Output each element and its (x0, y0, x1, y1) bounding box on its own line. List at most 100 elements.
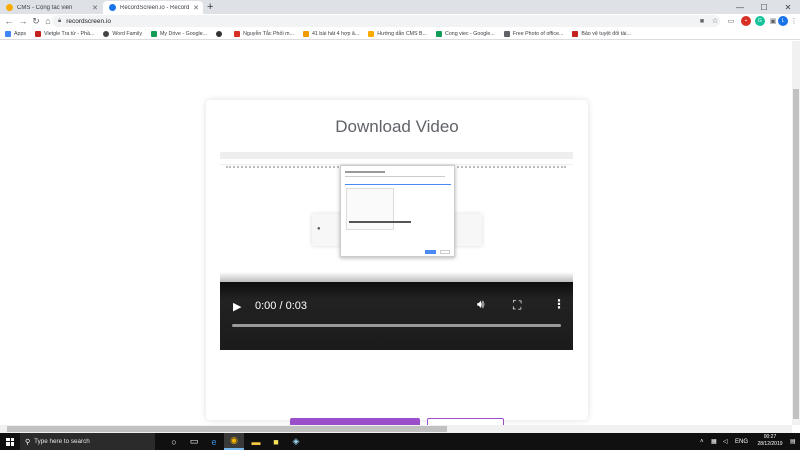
recorded-share-dialog (340, 165, 455, 257)
more-options-icon[interactable]: ⋮ (553, 297, 565, 311)
forward-icon[interactable]: → (17, 15, 29, 27)
task-view-icon[interactable]: ▭ (184, 433, 204, 450)
fullscreen-icon[interactable]: ⛶ (513, 298, 521, 313)
search-placeholder: Type here to search (34, 438, 90, 445)
camera-icon (503, 30, 510, 37)
lock-icon: 🔒︎ (58, 17, 62, 24)
taskbar-search[interactable]: ⚲ Type here to search (20, 433, 155, 450)
grammarly-icon[interactable]: G (755, 16, 765, 26)
bookmark-label: Free Photo of office... (512, 30, 564, 37)
network-icon[interactable]: ▦ (711, 433, 717, 450)
volume-icon[interactable]: ◁ (723, 433, 728, 450)
globe-icon (103, 30, 110, 37)
tab-cms[interactable]: CMS - Cộng tác viên ✕ (0, 1, 102, 14)
play-icon[interactable]: ▶ (233, 300, 241, 313)
bookmark-label: 41 bài hát 4 hợp â... (311, 30, 360, 37)
steam-icon[interactable]: ◈ (286, 433, 306, 450)
bookmark-my-drive[interactable]: My Drive - Google... (150, 30, 208, 37)
bookmark-vietgle[interactable]: Vietgle Tra từ - Phầ... (35, 30, 95, 37)
scrollbar-thumb[interactable] (7, 426, 447, 432)
cortana-icon[interactable]: ○ (164, 433, 184, 450)
google-drive-icon (150, 30, 157, 37)
recorded-tab-strip (220, 152, 573, 159)
start-button[interactable] (0, 433, 20, 450)
windows-taskbar: ⚲ Type here to search ○ ▭ e ◉ ▬ ■ ◈ ˄ ▦ … (0, 433, 800, 450)
bookmark-label: Word Family (112, 30, 142, 37)
tab-recordscreen[interactable]: RecordScreen.io - Record your s ✕ (103, 1, 203, 14)
bookmark-apps[interactable]: Apps (5, 30, 27, 37)
video-controls: ▶ 0:00 / 0:03 🔊︎ ⛶ ⋮ (220, 272, 573, 350)
google-drive-icon (436, 30, 443, 37)
clock-date: 28/12/2019 (757, 441, 783, 447)
bookmark-word-family[interactable]: Word Family (103, 30, 142, 37)
music-icon (302, 30, 309, 37)
bookmark-label: Bảo vệ tuyệt đối tài... (581, 30, 631, 37)
cms-favicon-icon (6, 4, 13, 11)
bookmark-label: My Drive - Google... (159, 30, 208, 37)
volume-icon[interactable]: 🔊︎ (477, 297, 485, 312)
maximize-button[interactable]: ☐ (752, 0, 776, 14)
bookmark-label: Nguyễn Tắc Phối m... (243, 30, 294, 37)
url-text: recordscreen.io (66, 17, 112, 25)
download-video-modal: Download Video ● ▶ 0:00 / 0:03 🔊︎ ⛶ ⋮ (206, 100, 588, 445)
sticky-notes-icon[interactable]: ■ (266, 433, 286, 450)
vertical-scrollbar[interactable] (792, 41, 800, 425)
bookmark-label: Cong viec - Google... (445, 30, 495, 37)
bookmark-huong-dan[interactable]: Hướng dẫn CMS B... (368, 30, 428, 37)
edge-icon[interactable]: e (204, 433, 224, 450)
notifications-icon[interactable]: ▤ (790, 433, 796, 450)
video-frame: ● (220, 152, 573, 282)
window-close-button[interactable]: ✕ (776, 0, 800, 14)
bookmarks-bar: Apps Vietgle Tra từ - Phầ... Word Family… (0, 28, 800, 40)
bookmark-nguyen-tac[interactable]: Nguyễn Tắc Phối m... (234, 30, 294, 37)
file-explorer-icon[interactable]: ▬ (246, 433, 266, 450)
address-bar[interactable]: 🔒︎ recordscreen.io (52, 15, 720, 27)
bookmark-apple[interactable] (216, 30, 225, 37)
bookmark-label: Hướng dẫn CMS B... (377, 30, 428, 37)
bookmark-free-photo[interactable]: Free Photo of office... (503, 30, 564, 37)
search-icon: ⚲ (25, 438, 31, 446)
menu-icon[interactable]: ⋮ (789, 16, 799, 26)
cast-icon[interactable]: ▭ (726, 16, 736, 26)
bookmark-label: Vietgle Tra từ - Phầ... (44, 30, 95, 37)
bookmark-label: Apps (14, 30, 27, 37)
tray-up-icon[interactable]: ˄ (700, 433, 704, 450)
folder-icon (368, 30, 375, 37)
tab-title: CMS - Cộng tác viên (17, 4, 73, 11)
apps-grid-icon (5, 30, 11, 37)
close-tab-icon[interactable]: ✕ (92, 4, 98, 12)
bookmark-41-bai-hat[interactable]: 41 bài hát 4 hợp â... (302, 30, 360, 37)
modal-title: Download Video (335, 117, 459, 136)
apple-icon (216, 30, 223, 37)
vietgle-icon (35, 30, 42, 37)
new-tab-button[interactable]: + (207, 1, 213, 13)
recordscreen-favicon-icon (109, 4, 116, 11)
windows-logo-icon (6, 437, 14, 446)
language-indicator[interactable]: ENG (735, 433, 748, 450)
bookmark-icon (234, 30, 241, 37)
page-viewport: Download Video ● ▶ 0:00 / 0:03 🔊︎ ⛶ ⋮ (0, 41, 792, 445)
bookmark-icon (572, 30, 579, 37)
scrollbar-thumb[interactable] (793, 89, 799, 419)
horizontal-scrollbar[interactable] (0, 425, 792, 433)
chrome-icon[interactable]: ◉ (224, 433, 244, 450)
video-progress-bar[interactable] (232, 324, 561, 327)
close-tab-icon[interactable]: ✕ (193, 4, 199, 12)
tab-strip: CMS - Cộng tác viên ✕ RecordScreen.io - … (0, 0, 800, 14)
extension-icon[interactable]: ▪ (741, 16, 751, 26)
star-icon[interactable]: ☆ (710, 16, 720, 26)
extension-puzzle-icon[interactable]: ▣ (768, 16, 778, 26)
avatar[interactable]: L (778, 16, 788, 26)
video-player[interactable]: ● ▶ 0:00 / 0:03 🔊︎ ⛶ ⋮ (220, 152, 573, 350)
clock-time: 00:27 (763, 434, 777, 440)
reload-icon[interactable]: ↻ (30, 15, 42, 27)
back-icon[interactable]: ← (3, 15, 15, 27)
minimize-button[interactable]: — (728, 0, 752, 14)
camera-icon[interactable]: ■ (697, 16, 707, 26)
bookmark-bao-ve[interactable]: Bảo vệ tuyệt đối tài... (572, 30, 631, 37)
bookmark-cong-viec[interactable]: Cong viec - Google... (436, 30, 495, 37)
video-time: 0:00 / 0:03 (255, 300, 307, 312)
browser-toolbar: ← → ↻ ⌂ 🔒︎ recordscreen.io ■ ☆ ▭ ▪ G ▣ L… (0, 14, 800, 28)
clock[interactable]: 00:27 28/12/2019 (753, 434, 787, 448)
recorded-card-icon: ● (317, 226, 321, 232)
